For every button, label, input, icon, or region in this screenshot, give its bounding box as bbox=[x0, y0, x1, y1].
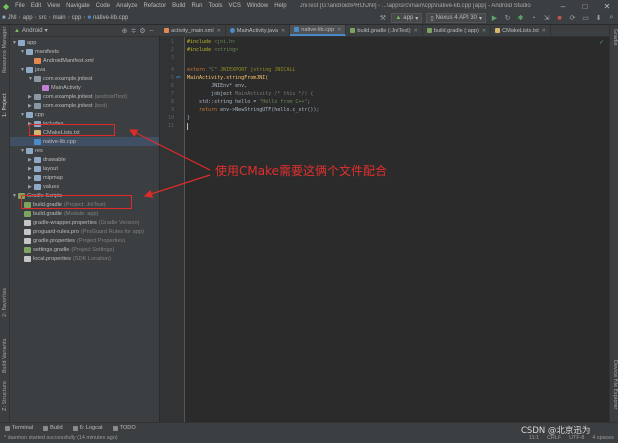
logcat-icon bbox=[72, 425, 78, 431]
arrow-to-cmakelists bbox=[128, 129, 211, 171]
annotation-arrows bbox=[128, 129, 211, 198]
logcat-button[interactable]: 6: Logcat bbox=[68, 425, 108, 431]
indent-setting[interactable]: 4 spaces bbox=[588, 435, 618, 441]
watermark: CSDN @北京迅为 bbox=[521, 426, 591, 436]
annotation-text: 使用CMake需要这俩个文件配合 bbox=[215, 164, 387, 178]
build-label: Build bbox=[50, 425, 63, 431]
terminal-icon bbox=[5, 425, 10, 431]
logcat-label: 6: Logcat bbox=[79, 425, 103, 431]
hammer-icon bbox=[43, 425, 49, 431]
terminal-label: Terminal bbox=[12, 425, 34, 431]
terminal-button[interactable]: Terminal bbox=[0, 425, 38, 431]
todo-button[interactable]: TODO bbox=[108, 425, 141, 431]
list-icon bbox=[112, 425, 118, 431]
build-button[interactable]: Build bbox=[38, 425, 67, 431]
arrow-to-build-gradle bbox=[143, 174, 211, 198]
status-message[interactable]: * daemon started successfully (14 minute… bbox=[4, 435, 525, 441]
todo-label: TODO bbox=[119, 425, 136, 431]
